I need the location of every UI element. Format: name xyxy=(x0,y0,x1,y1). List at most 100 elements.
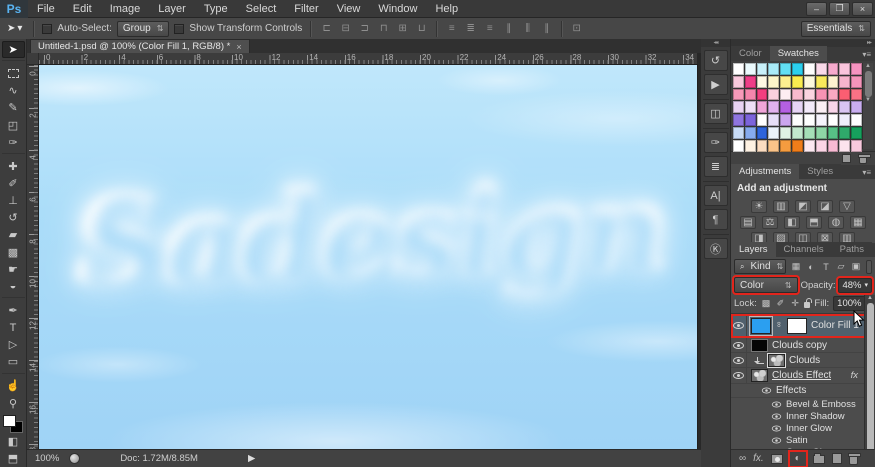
color-swatch[interactable] xyxy=(827,101,839,114)
color-swatch[interactable] xyxy=(851,139,862,152)
new-layer-icon[interactable] xyxy=(831,452,842,466)
smudge-tool[interactable]: ☛ xyxy=(2,261,25,278)
photo-filter-icon[interactable]: ⬒ xyxy=(806,216,822,229)
color-swatch[interactable] xyxy=(839,114,851,126)
color-swatch[interactable] xyxy=(792,101,803,114)
color-swatch[interactable] xyxy=(768,101,780,114)
color-swatch[interactable] xyxy=(756,101,768,114)
screen-mode-icon[interactable]: ⬒ xyxy=(2,450,25,467)
menu-file[interactable]: File xyxy=(28,0,64,18)
color-swatch[interactable] xyxy=(792,63,803,75)
color-swatch[interactable] xyxy=(851,88,862,101)
brush-presets-panel-icon[interactable]: ✑ xyxy=(703,132,728,153)
foreground-color-swatch[interactable] xyxy=(3,414,16,427)
color-swatch[interactable] xyxy=(792,88,803,101)
align-right-edges-icon[interactable]: ⊐ xyxy=(357,22,372,36)
color-swatch[interactable] xyxy=(839,139,851,152)
actions-panel-icon[interactable]: ▶ xyxy=(703,74,728,95)
brightness-contrast-icon[interactable]: ☀ xyxy=(751,200,767,213)
delete-layer-icon[interactable] xyxy=(847,452,861,466)
hue-saturation-icon[interactable]: ▤ xyxy=(740,216,756,229)
distribute-left-edges-icon[interactable]: ∥ xyxy=(501,22,516,36)
menu-window[interactable]: Window xyxy=(369,0,426,18)
color-swatch[interactable] xyxy=(756,139,768,152)
color-swatch[interactable] xyxy=(780,75,792,88)
color-swatch[interactable] xyxy=(815,63,827,75)
layer-thumbnail[interactable] xyxy=(751,369,768,382)
color-swatch[interactable] xyxy=(827,75,839,88)
color-swatch[interactable] xyxy=(792,75,803,88)
effect-row[interactable]: Bevel & Emboss xyxy=(731,398,875,410)
history-brush-tool[interactable]: ↺ xyxy=(2,209,25,226)
lock-all-icon[interactable] xyxy=(804,298,812,308)
color-swatch[interactable] xyxy=(768,88,780,101)
color-swatch[interactable] xyxy=(744,63,756,75)
eye-icon[interactable] xyxy=(771,413,782,419)
color-swatch[interactable] xyxy=(803,88,815,101)
color-swatch[interactable] xyxy=(733,101,744,114)
dodge-tool[interactable]: ◒ xyxy=(2,278,25,295)
move-tool[interactable]: ➤ xyxy=(1,41,25,59)
filter-pixel-layers-icon[interactable]: ▦ xyxy=(789,260,803,273)
color-swatch[interactable] xyxy=(733,126,744,139)
color-swatch[interactable] xyxy=(768,139,780,152)
restore-button[interactable]: ❐ xyxy=(829,1,850,16)
color-swatch[interactable] xyxy=(803,101,815,114)
color-swatch[interactable] xyxy=(827,126,839,139)
color-swatch[interactable] xyxy=(756,75,768,88)
color-swatch[interactable] xyxy=(803,75,815,88)
tab-color[interactable]: Color xyxy=(731,46,770,61)
layer-comps-panel-icon[interactable]: ◫ xyxy=(703,103,728,124)
color-swatch[interactable] xyxy=(756,63,768,75)
lock-transparency-icon[interactable]: ▩ xyxy=(761,297,772,310)
color-swatch[interactable] xyxy=(744,75,756,88)
menu-type[interactable]: Type xyxy=(195,0,237,18)
blend-mode-dropdown[interactable]: Color ⇅ xyxy=(732,275,800,295)
color-swatch[interactable] xyxy=(780,114,792,126)
color-swatch[interactable] xyxy=(733,114,744,126)
tab-close-icon[interactable]: × xyxy=(236,42,241,52)
zoom-level[interactable]: 100% xyxy=(35,453,59,464)
tab-adjustments[interactable]: Adjustments xyxy=(731,164,800,179)
new-swatch-icon[interactable] xyxy=(842,154,851,163)
history-panel-icon[interactable]: ↺ xyxy=(703,50,728,71)
color-swatch[interactable] xyxy=(851,101,862,114)
exposure-icon[interactable]: ◪ xyxy=(817,200,833,213)
clone-stamp-tool[interactable]: ⊥ xyxy=(2,192,25,209)
align-top-edges-icon[interactable]: ⊓ xyxy=(376,22,391,36)
effect-row[interactable]: Satin xyxy=(731,434,875,446)
color-swatch[interactable] xyxy=(839,75,851,88)
opacity-value-box[interactable]: 48% ▾ xyxy=(836,275,874,295)
scroll-up-icon[interactable]: ▲ xyxy=(865,63,871,69)
color-swatch[interactable] xyxy=(768,114,780,126)
color-swatch[interactable] xyxy=(768,75,780,88)
layer-row[interactable]: Clouds copy xyxy=(731,338,875,353)
delete-swatch-icon[interactable] xyxy=(858,153,871,164)
color-swatch[interactable] xyxy=(803,126,815,139)
marquee-tool[interactable] xyxy=(2,65,25,82)
align-horizontal-centers-icon[interactable]: ⊟ xyxy=(338,22,353,36)
color-swatch[interactable] xyxy=(839,63,851,75)
close-button[interactable]: × xyxy=(852,1,873,16)
new-group-icon[interactable] xyxy=(812,452,825,466)
menu-view[interactable]: View xyxy=(328,0,370,18)
distribute-vertical-centers-icon[interactable]: ≣ xyxy=(463,22,478,36)
lock-pixels-icon[interactable]: ✐ xyxy=(775,297,786,310)
color-swatch[interactable] xyxy=(768,126,780,139)
eye-icon[interactable] xyxy=(771,425,782,431)
panel-menu-icon[interactable]: ▾≡ xyxy=(858,50,875,61)
color-swatch[interactable] xyxy=(744,114,756,126)
document-canvas[interactable]: Sadesign Sadesign xyxy=(39,65,697,449)
color-swatch[interactable] xyxy=(827,114,839,126)
color-swatch[interactable] xyxy=(839,126,851,139)
visibility-toggle[interactable] xyxy=(731,353,747,367)
color-swatch[interactable] xyxy=(803,114,815,126)
menu-filter[interactable]: Filter xyxy=(285,0,327,18)
menu-select[interactable]: Select xyxy=(237,0,286,18)
color-swatch[interactable] xyxy=(815,101,827,114)
link-layers-icon[interactable]: ∞ xyxy=(739,452,746,466)
color-swatch[interactable] xyxy=(756,114,768,126)
color-swatch[interactable] xyxy=(733,139,744,152)
character-panel-icon[interactable]: A| xyxy=(703,185,728,206)
color-swatch[interactable] xyxy=(744,126,756,139)
